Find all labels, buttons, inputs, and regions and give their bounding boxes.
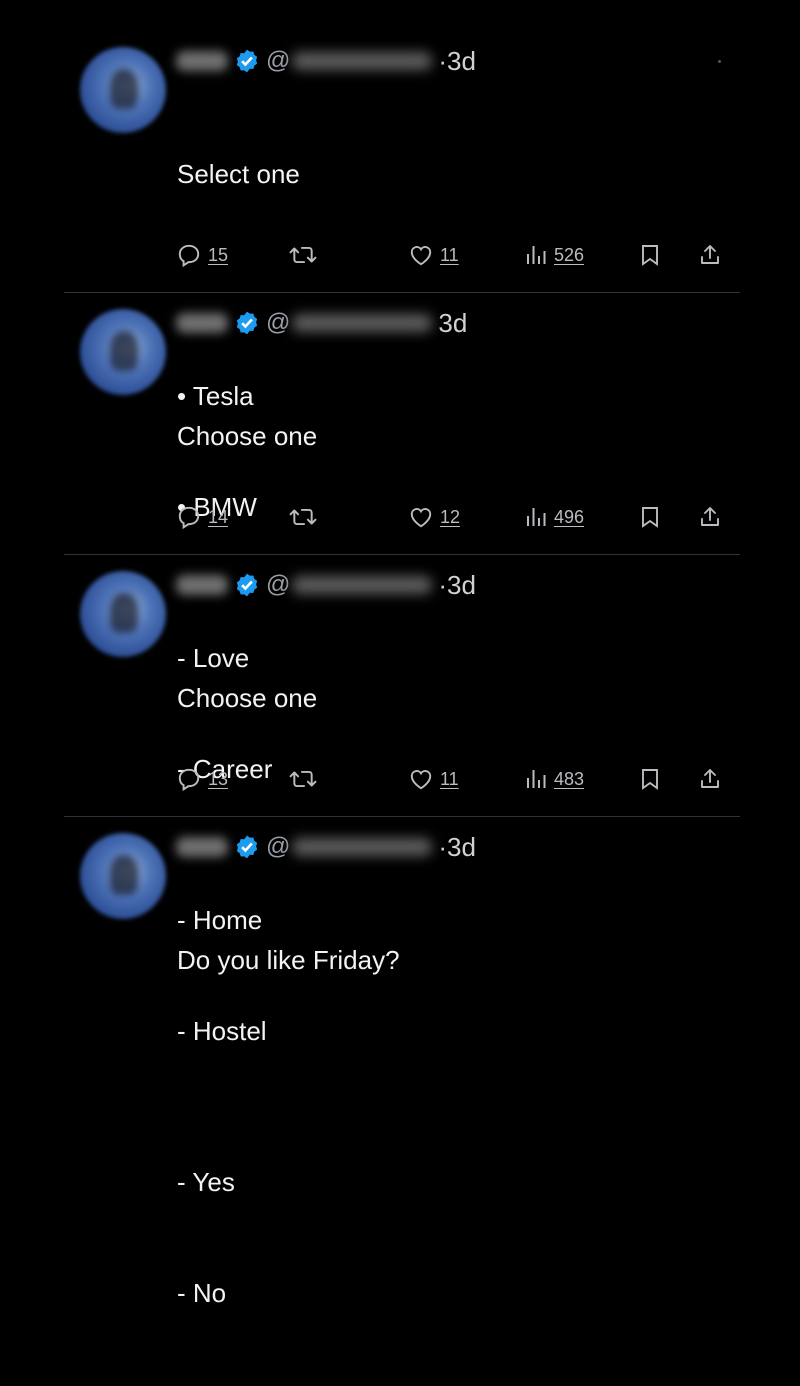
tweet-line: - No [177, 1278, 227, 1308]
timestamp[interactable]: 3d [438, 308, 467, 339]
timestamp[interactable]: ·3d [438, 46, 476, 77]
tweet-header: . @ . ·3d [176, 568, 476, 602]
handle-prefix[interactable]: @ [266, 309, 290, 337]
avatar[interactable] [80, 47, 166, 133]
tweet-line [177, 1053, 400, 1090]
tweet-line: Choose one [177, 683, 318, 713]
handle-prefix[interactable]: @ [266, 47, 290, 75]
tweet[interactable]: . @ . ·3d Choose one - Home - Hostel 13 … [0, 524, 800, 1046]
handle-blurred[interactable]: . [292, 576, 433, 594]
author-name-blurred[interactable]: . [176, 313, 228, 333]
handle-blurred[interactable]: . [292, 314, 433, 332]
tweet-header: . @ . ·3d [176, 830, 476, 864]
tweet[interactable]: . @ . ·3d Select one • Tesla • BMW 15 11… [0, 0, 800, 522]
tweet[interactable]: . @ . 3d Choose one - Love - Career 14 1… [0, 262, 800, 784]
avatar[interactable] [80, 309, 166, 395]
verified-badge-icon [236, 49, 258, 73]
tweet-line: Select one [177, 159, 300, 189]
verified-badge-icon [236, 573, 258, 597]
handle-prefix[interactable]: @ [266, 571, 290, 599]
author-name-blurred[interactable]: . [176, 837, 228, 857]
handle-blurred[interactable]: . [292, 838, 433, 856]
timestamp[interactable]: ·3d [438, 570, 476, 601]
handle-prefix[interactable]: @ [266, 833, 290, 861]
more-options-icon[interactable] [718, 60, 721, 63]
author-name-blurred[interactable]: . [176, 51, 228, 71]
handle-blurred[interactable]: . [292, 52, 433, 70]
author-name-blurred[interactable]: . [176, 575, 228, 595]
tweet-line: Do you like Friday? [177, 945, 400, 975]
tweet-line: - Yes [177, 1167, 235, 1197]
timestamp[interactable]: ·3d [438, 832, 476, 863]
tweet-line: Choose one [177, 421, 318, 451]
tweet-header: . @ . 3d [176, 306, 467, 340]
verified-badge-icon [236, 835, 258, 859]
tweet-text: Do you like Friday? - Yes - No [177, 868, 400, 1386]
avatar[interactable] [80, 833, 166, 919]
verified-badge-icon [236, 311, 258, 335]
avatar[interactable] [80, 571, 166, 657]
tweet-header: . @ . ·3d [176, 44, 476, 78]
tweet[interactable]: . @ . ·3d Do you like Friday? - Yes - No [0, 786, 800, 1308]
